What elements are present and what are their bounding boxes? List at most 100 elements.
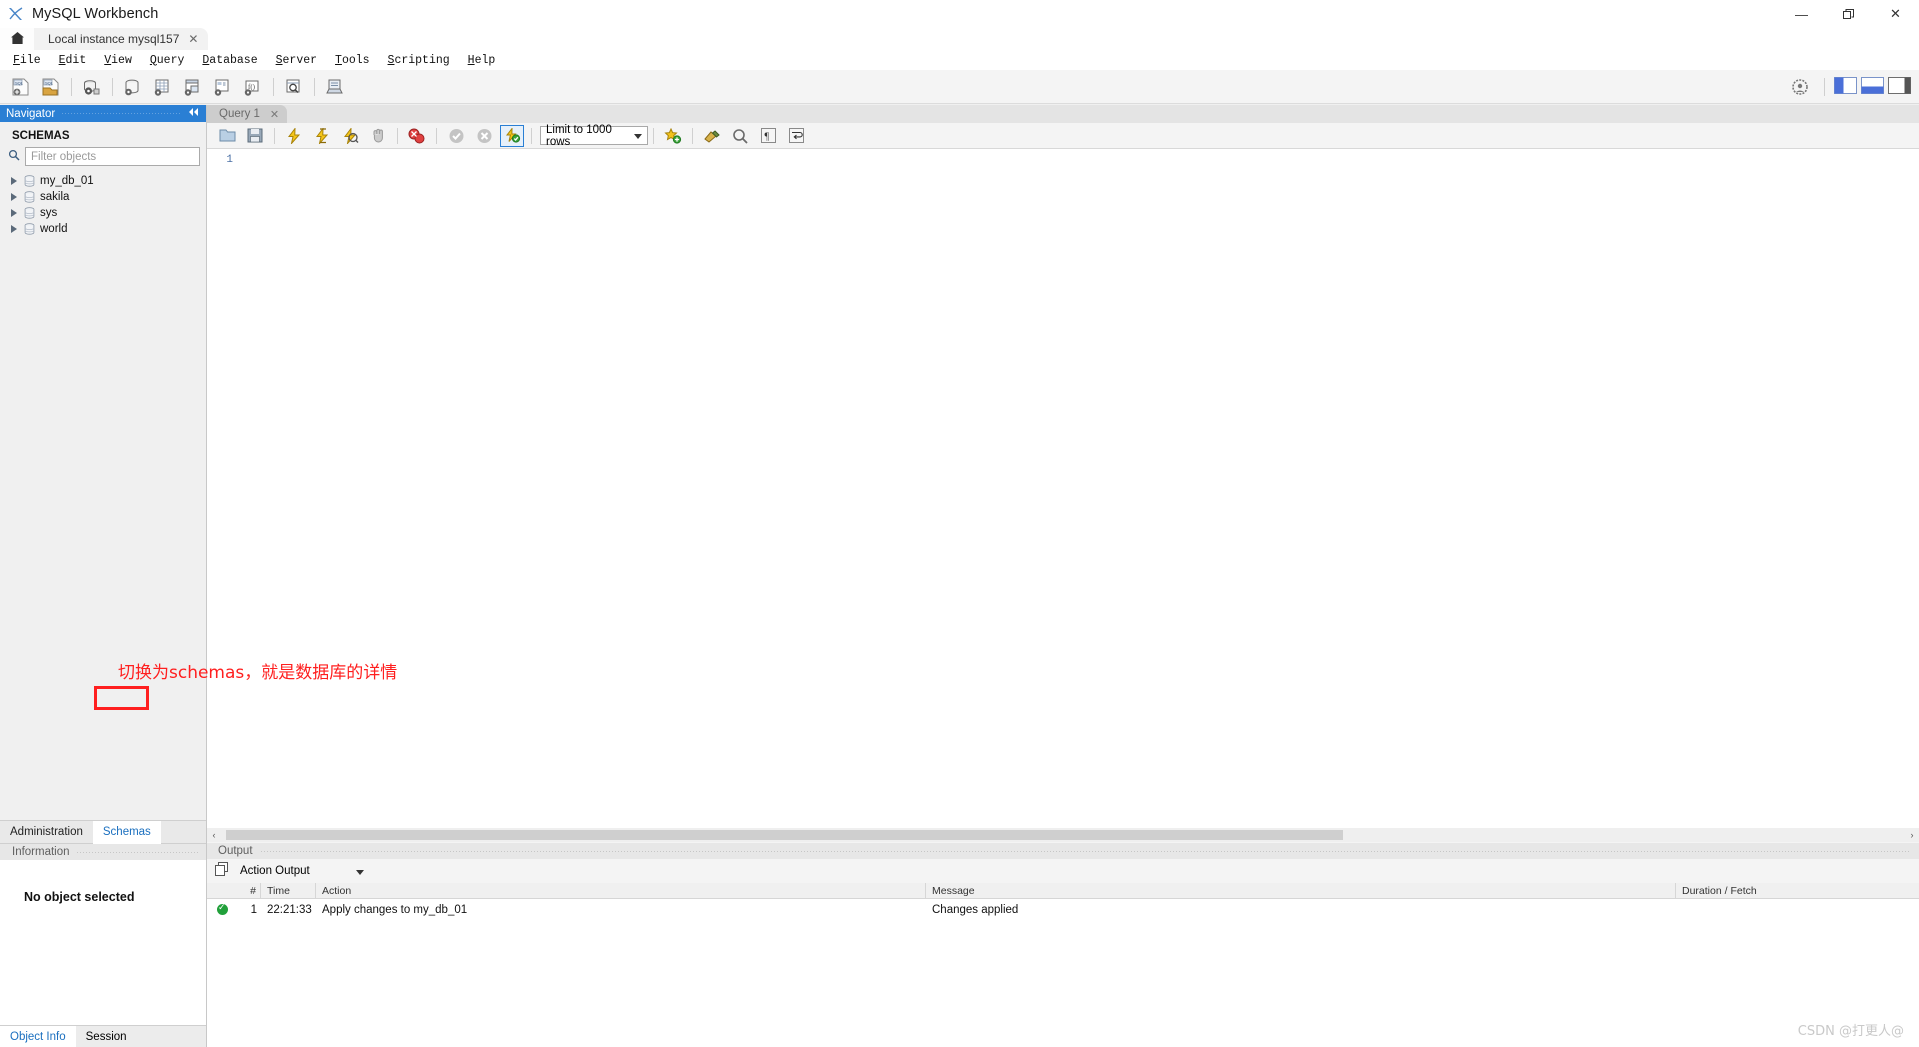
reconnect-icon[interactable] bbox=[322, 74, 348, 100]
new-procedure-icon[interactable]: f() bbox=[240, 74, 266, 100]
new-view-icon[interactable] bbox=[210, 74, 236, 100]
app-title: MySQL Workbench bbox=[32, 6, 159, 22]
limit-rows-value: Limit to 1000 rows bbox=[546, 123, 612, 148]
tab-object-info[interactable]: Object Info bbox=[0, 1025, 76, 1047]
toggle-stop-on-error-icon[interactable] bbox=[405, 125, 429, 147]
menu-database[interactable]: Database bbox=[193, 53, 266, 68]
col-time[interactable]: Time bbox=[261, 883, 316, 898]
tab-session[interactable]: Session bbox=[76, 1026, 137, 1047]
scrollbar-track[interactable] bbox=[221, 828, 1905, 842]
scroll-right-arrow-icon[interactable]: › bbox=[1905, 828, 1919, 842]
maximize-button[interactable] bbox=[1825, 0, 1872, 28]
navigator-tab-row: Administration Schemas bbox=[0, 820, 206, 844]
chevron-right-icon[interactable] bbox=[10, 224, 19, 234]
new-schema-icon[interactable] bbox=[150, 74, 176, 100]
output-mode-icon[interactable] bbox=[215, 862, 230, 880]
limit-rows-select[interactable]: Limit to 1000 rows bbox=[540, 123, 648, 148]
chevron-right-icon[interactable] bbox=[10, 208, 19, 218]
menu-edit-mnemonic: E bbox=[58, 53, 66, 67]
schema-item-sys[interactable]: sys bbox=[0, 205, 206, 221]
connection-tab-label: Local instance mysql157 bbox=[48, 32, 180, 46]
output-toolbar: Action Output bbox=[207, 859, 1919, 883]
app-logo-icon bbox=[7, 5, 25, 23]
home-tab[interactable] bbox=[0, 28, 34, 50]
scrollbar-thumb[interactable] bbox=[226, 830, 1343, 840]
col-num[interactable]: # bbox=[231, 883, 261, 898]
minimize-button[interactable]: — bbox=[1778, 0, 1825, 28]
menu-help[interactable]: Help bbox=[459, 53, 505, 68]
tab-schemas[interactable]: Schemas bbox=[92, 820, 161, 844]
close-icon[interactable]: ✕ bbox=[188, 32, 198, 46]
toolbar-separator-3 bbox=[273, 77, 274, 96]
col-message[interactable]: Message bbox=[926, 883, 1676, 898]
chevron-right-icon[interactable] bbox=[10, 176, 19, 186]
toggle-invisible-chars-icon[interactable]: ¶ bbox=[756, 125, 780, 147]
collapse-icon[interactable] bbox=[188, 107, 200, 120]
sql-horizontal-scrollbar[interactable]: ‹ › bbox=[207, 828, 1919, 842]
database-icon bbox=[24, 223, 35, 235]
menu-view[interactable]: View bbox=[95, 53, 141, 68]
new-table-icon[interactable] bbox=[180, 74, 206, 100]
chevron-down-icon[interactable] bbox=[355, 867, 365, 876]
workbench-globe-icon[interactable] bbox=[1787, 74, 1813, 100]
rollback-icon[interactable] bbox=[472, 125, 496, 147]
menu-query[interactable]: Query bbox=[141, 53, 194, 68]
toggle-secondary-sidebar-icon[interactable] bbox=[1888, 76, 1911, 97]
watermark: CSDN @打更人@ bbox=[1797, 1024, 1904, 1039]
table-row[interactable]: 1 22:21:33 Apply changes to my_db_01 Cha… bbox=[207, 899, 1919, 920]
filter-objects-input[interactable]: Filter objects bbox=[25, 147, 200, 166]
find-icon[interactable] bbox=[728, 125, 752, 147]
query-toolbar-separator-2 bbox=[397, 127, 398, 144]
schema-label: world bbox=[40, 223, 68, 235]
svg-text:SQL: SQL bbox=[15, 80, 24, 85]
col-action[interactable]: Action bbox=[316, 883, 926, 898]
output-grid: # Time Action Message Duration / Fetch 1… bbox=[207, 883, 1919, 1047]
menu-edit[interactable]: Edit bbox=[50, 53, 96, 68]
open-file-icon[interactable] bbox=[215, 125, 239, 147]
navigator-header: Navigator bbox=[0, 105, 206, 122]
toggle-output-icon[interactable] bbox=[1861, 76, 1884, 97]
new-sql-tab-icon[interactable]: SQL bbox=[8, 74, 34, 100]
navigator-title: Navigator bbox=[6, 107, 56, 120]
search-icon bbox=[8, 149, 20, 164]
connection-tab[interactable]: Local instance mysql157 ✕ bbox=[34, 28, 209, 50]
save-file-icon[interactable] bbox=[243, 125, 267, 147]
execute-current-statement-icon[interactable] bbox=[310, 125, 334, 147]
menu-server-label: erver bbox=[282, 53, 318, 67]
menu-file[interactable]: File bbox=[4, 53, 50, 68]
close-button[interactable]: ✕ bbox=[1872, 0, 1919, 28]
query-tab[interactable]: Query 1 ✕ bbox=[207, 105, 288, 123]
menu-scripting[interactable]: Scripting bbox=[379, 53, 459, 68]
toolbar-separator-5 bbox=[1824, 77, 1825, 96]
output-mode-select[interactable]: Action Output bbox=[238, 865, 365, 877]
execute-icon[interactable] bbox=[282, 125, 306, 147]
snippets-icon[interactable] bbox=[661, 125, 685, 147]
search-data-icon[interactable] bbox=[281, 74, 307, 100]
scroll-left-arrow-icon[interactable]: ‹ bbox=[207, 828, 221, 842]
auto-commit-icon[interactable] bbox=[500, 124, 524, 147]
explain-icon[interactable] bbox=[338, 125, 362, 147]
menu-server[interactable]: Server bbox=[267, 53, 326, 68]
commit-icon[interactable] bbox=[444, 125, 468, 147]
cell-message: Changes applied bbox=[932, 903, 1019, 916]
new-connection-icon[interactable] bbox=[79, 74, 105, 100]
schema-item-sakila[interactable]: sakila bbox=[0, 189, 206, 205]
schema-item-world[interactable]: world bbox=[0, 221, 206, 237]
col-duration[interactable]: Duration / Fetch bbox=[1676, 883, 1919, 898]
schema-item-my-db-01[interactable]: my_db_01 bbox=[0, 173, 206, 189]
close-icon[interactable]: ✕ bbox=[270, 108, 279, 121]
stop-icon[interactable] bbox=[366, 125, 390, 147]
chevron-down-icon[interactable] bbox=[634, 131, 643, 140]
wrap-lines-icon[interactable] bbox=[784, 125, 808, 147]
sql-editor-pane[interactable]: 1 ‹ › bbox=[207, 149, 1919, 842]
menu-tools[interactable]: Tools bbox=[326, 53, 379, 68]
toggle-sidebar-icon[interactable] bbox=[1834, 76, 1857, 97]
tab-administration[interactable]: Administration bbox=[0, 821, 93, 844]
open-sql-script-icon[interactable]: SQL bbox=[38, 74, 64, 100]
beautify-sql-icon[interactable] bbox=[700, 125, 724, 147]
mysql-workbench-window: MySQL Workbench — ✕ Local instance mysql… bbox=[0, 0, 1919, 1047]
manage-connections-icon[interactable] bbox=[120, 74, 146, 100]
chevron-right-icon[interactable] bbox=[10, 192, 19, 202]
filter-placeholder: Filter objects bbox=[31, 150, 97, 163]
schema-label: my_db_01 bbox=[40, 175, 94, 187]
